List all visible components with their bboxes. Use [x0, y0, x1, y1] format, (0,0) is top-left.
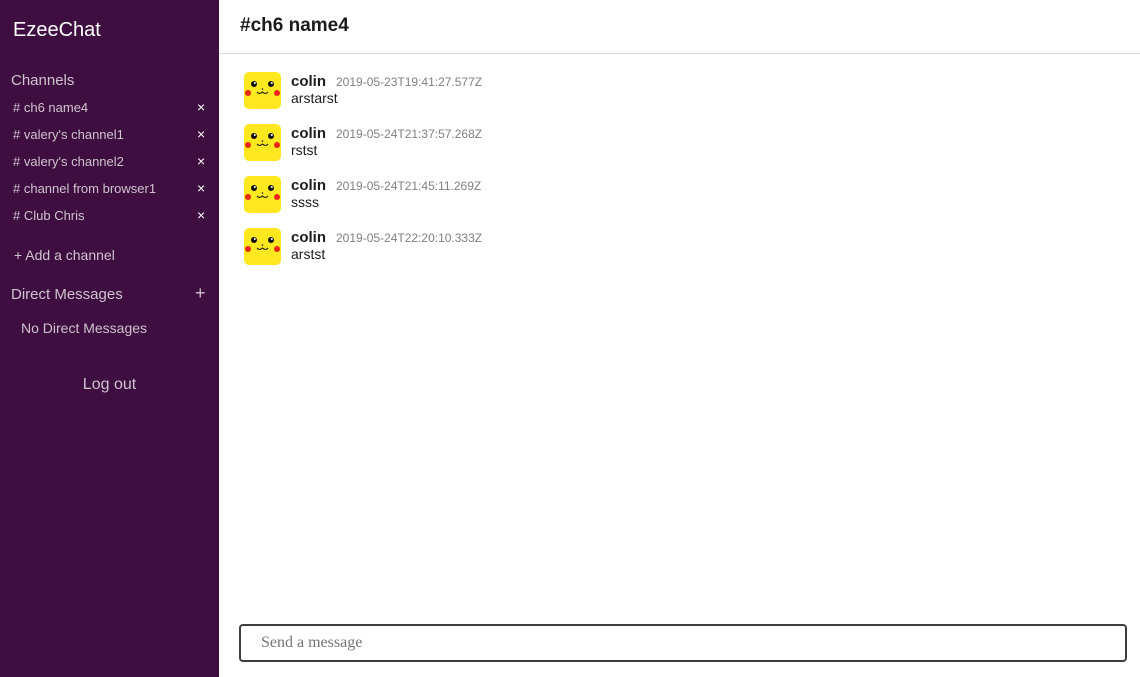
close-icon[interactable]: ×: [197, 180, 205, 196]
channel-item[interactable]: # valery's channel1 ×: [0, 123, 219, 150]
close-icon[interactable]: ×: [197, 126, 205, 142]
message-username: colin: [291, 73, 327, 90]
message-timestamp: 2019-05-24T21:37:57.268Z: [336, 127, 483, 141]
message-text: arstst: [291, 246, 326, 262]
message-text: ssss: [291, 194, 319, 210]
channel-label[interactable]: # Club Chris: [13, 208, 85, 223]
message-username: colin: [291, 229, 327, 246]
plus-icon[interactable]: +: [195, 283, 206, 304]
close-icon[interactable]: ×: [197, 207, 205, 223]
pikachu-avatar-icon: [244, 176, 281, 213]
channel-item[interactable]: # channel from browser1 ×: [0, 177, 219, 204]
message-username: colin: [291, 125, 327, 142]
pikachu-avatar-icon: [244, 124, 281, 161]
channel-label[interactable]: # channel from browser1: [13, 181, 156, 196]
sidebar: EzeeChat Channels # ch6 name4 × # valery…: [0, 0, 219, 677]
channel-item[interactable]: # Club Chris ×: [0, 204, 219, 231]
message-item: colin 2019-05-23T19:41:27.577Z arstarst: [219, 72, 1140, 124]
channel-item[interactable]: # ch6 name4 ×: [0, 96, 219, 123]
message-timestamp: 2019-05-24T21:45:11.269Z: [336, 179, 482, 193]
close-icon[interactable]: ×: [197, 153, 205, 169]
channels-heading: Channels: [11, 72, 75, 89]
app-title: EzeeChat: [13, 19, 101, 41]
channel-label[interactable]: # valery's channel1: [13, 127, 124, 142]
message-input[interactable]: [241, 626, 1125, 660]
message-list: colin 2019-05-23T19:41:27.577Z arstarst …: [219, 72, 1140, 280]
message-timestamp: 2019-05-24T22:20:10.333Z: [336, 231, 483, 245]
message-text: arstarst: [291, 90, 338, 106]
channel-list: # ch6 name4 × # valery's channel1 × # va…: [0, 96, 219, 231]
pikachu-avatar-icon: [244, 228, 281, 265]
pikachu-avatar-icon: [244, 72, 281, 109]
close-icon[interactable]: ×: [197, 99, 205, 115]
direct-messages-heading: Direct Messages: [11, 286, 123, 303]
channel-label[interactable]: # valery's channel2: [13, 154, 124, 169]
message-item: colin 2019-05-24T22:20:10.333Z arstst: [219, 228, 1140, 280]
channel-item[interactable]: # valery's channel2 ×: [0, 150, 219, 177]
message-timestamp: 2019-05-23T19:41:27.577Z: [336, 75, 483, 89]
logout-button[interactable]: Log out: [0, 376, 219, 394]
no-direct-messages-text: No Direct Messages: [21, 320, 148, 336]
channel-header: #ch6 name4: [219, 0, 1140, 54]
main-panel: #ch6 name4 colin 2019-05-23T19:41:27.577…: [219, 0, 1140, 677]
message-item: colin 2019-05-24T21:45:11.269Z ssss: [219, 176, 1140, 228]
message-composer: [239, 624, 1127, 662]
message-username: colin: [291, 177, 327, 194]
message-item: colin 2019-05-24T21:37:57.268Z rstst: [219, 124, 1140, 176]
add-channel-button[interactable]: + Add a channel: [14, 247, 115, 263]
channel-label[interactable]: # ch6 name4: [13, 100, 88, 115]
message-text: rstst: [291, 142, 318, 158]
channel-title: #ch6 name4: [240, 15, 349, 36]
